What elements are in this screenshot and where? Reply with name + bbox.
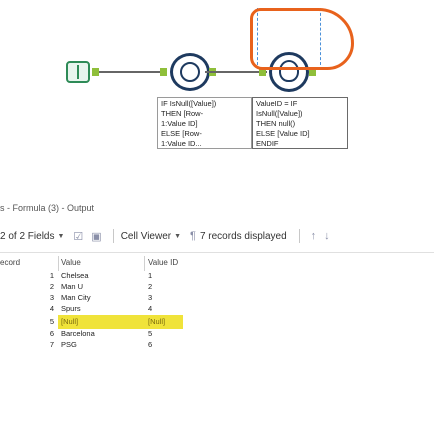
chevron-down-icon: ▼ [57, 232, 65, 240]
cell-value[interactable]: Man U [61, 282, 83, 291]
row-number: 5 [49, 317, 54, 326]
annotation-line: ELSE [Row- [161, 129, 202, 138]
cell-viewer-dropdown[interactable]: Cell Viewer ▼ [121, 231, 181, 242]
annotation-line: 1:Value ID] [161, 119, 198, 128]
table-row[interactable]: 3 Man City 3 [0, 293, 434, 304]
annotation-line: ValueID = IF [256, 99, 298, 108]
edit-fields-icon[interactable]: ☑ [73, 230, 83, 243]
cell-value[interactable]: Spurs [61, 304, 81, 313]
annotation-line: IF IsNull([Value]) [161, 99, 217, 108]
tool-annotation-right: ValueID = IF IsNull([Value]) THEN null()… [252, 97, 348, 149]
cell-value[interactable]: PSG [61, 340, 77, 349]
row-number: 4 [49, 304, 54, 313]
chevron-down-icon: ▼ [174, 232, 182, 240]
cell-value-id[interactable]: 1 [148, 271, 152, 280]
records-displayed: 7 records displayed [199, 230, 287, 242]
save-icon[interactable]: ▣ [91, 230, 101, 243]
workflow-canvas[interactable]: IF IsNull([Value]) THEN [Row- 1:Value ID… [0, 0, 434, 186]
fields-label: 2 of 2 Fields [0, 230, 55, 242]
toolbar-divider [298, 229, 300, 243]
input-data-tool-icon[interactable] [66, 61, 90, 83]
column-header-value-id[interactable]: Value ID [148, 258, 178, 267]
output-anchor[interactable] [92, 68, 99, 76]
results-toolbar: 2 of 2 Fields ▼ ☑ ▣ Cell Viewer ▼ ¶ 7 re… [0, 225, 434, 247]
scroll-up-icon[interactable]: ↑ [311, 230, 317, 242]
fields-dropdown[interactable]: 2 of 2 Fields ▼ [0, 231, 64, 242]
multi-row-formula-tool-icon[interactable] [170, 53, 210, 91]
scroll-down-icon[interactable]: ↓ [324, 230, 330, 242]
connection-line [205, 71, 267, 73]
row-number: 3 [49, 293, 54, 302]
table-header: ecord Value Value ID [0, 256, 434, 271]
input-anchor[interactable] [160, 68, 167, 76]
results-window: s - Formula (3) - Output 2 of 2 Fields ▼… [0, 186, 434, 439]
row-number: 7 [49, 340, 54, 349]
cell-value[interactable]: Man City [61, 293, 91, 302]
tool-annotation-left: IF IsNull([Value]) THEN [Row- 1:Value ID… [157, 97, 252, 149]
table-row[interactable]: 1 Chelsea 1 [0, 271, 434, 282]
cell-viewer-label: Cell Viewer [120, 230, 172, 242]
column-header-record[interactable]: ecord [0, 258, 20, 267]
highlight-annotation-ring [250, 8, 354, 70]
annotation-line: IsNull([Value]) [256, 109, 303, 118]
annotation-line: THEN [Row- [161, 109, 204, 118]
annotation-line: THEN null() [256, 119, 296, 128]
connection-line [99, 71, 163, 73]
column-header-value[interactable]: Value [61, 258, 81, 267]
cell-value-id[interactable]: [Null] [148, 317, 165, 326]
annotation-line: 1:Value ID... [161, 139, 202, 148]
cell-value-id[interactable]: 6 [148, 340, 152, 349]
filter-icon[interactable]: ¶ [190, 230, 196, 242]
cell-value[interactable]: Chelsea [61, 271, 89, 280]
table-row[interactable]: 7 PSG 6 [0, 340, 434, 351]
tool-glyph-icon [180, 62, 200, 82]
table-row[interactable]: 2 Man U 2 [0, 282, 434, 293]
table-row[interactable]: 6 Barcelona 5 [0, 329, 434, 340]
column-divider[interactable] [144, 256, 145, 271]
results-title: s - Formula (3) - Output [0, 203, 95, 213]
row-number: 6 [49, 329, 54, 338]
annotation-line: ENDIF [256, 139, 279, 148]
toolbar-divider [112, 229, 114, 243]
annotation-line: ELSE [Value ID] [256, 129, 310, 138]
cell-value[interactable]: Barcelona [61, 329, 95, 338]
cell-value-id[interactable]: 4 [148, 304, 152, 313]
cell-value-id[interactable]: 2 [148, 282, 152, 291]
table-row[interactable]: 5 [Null] [Null] [0, 315, 434, 329]
grid-divider [0, 252, 434, 253]
cell-value-id[interactable]: 5 [148, 329, 152, 338]
table-row[interactable]: 4 Spurs 4 [0, 304, 434, 315]
column-divider[interactable] [58, 256, 59, 271]
cell-value-id[interactable]: 3 [148, 293, 152, 302]
row-number: 1 [49, 271, 54, 280]
cell-value[interactable]: [Null] [61, 317, 78, 326]
row-number: 2 [49, 282, 54, 291]
results-table: ecord Value Value ID 1 Chelsea 1 2 Man U… [0, 256, 434, 351]
